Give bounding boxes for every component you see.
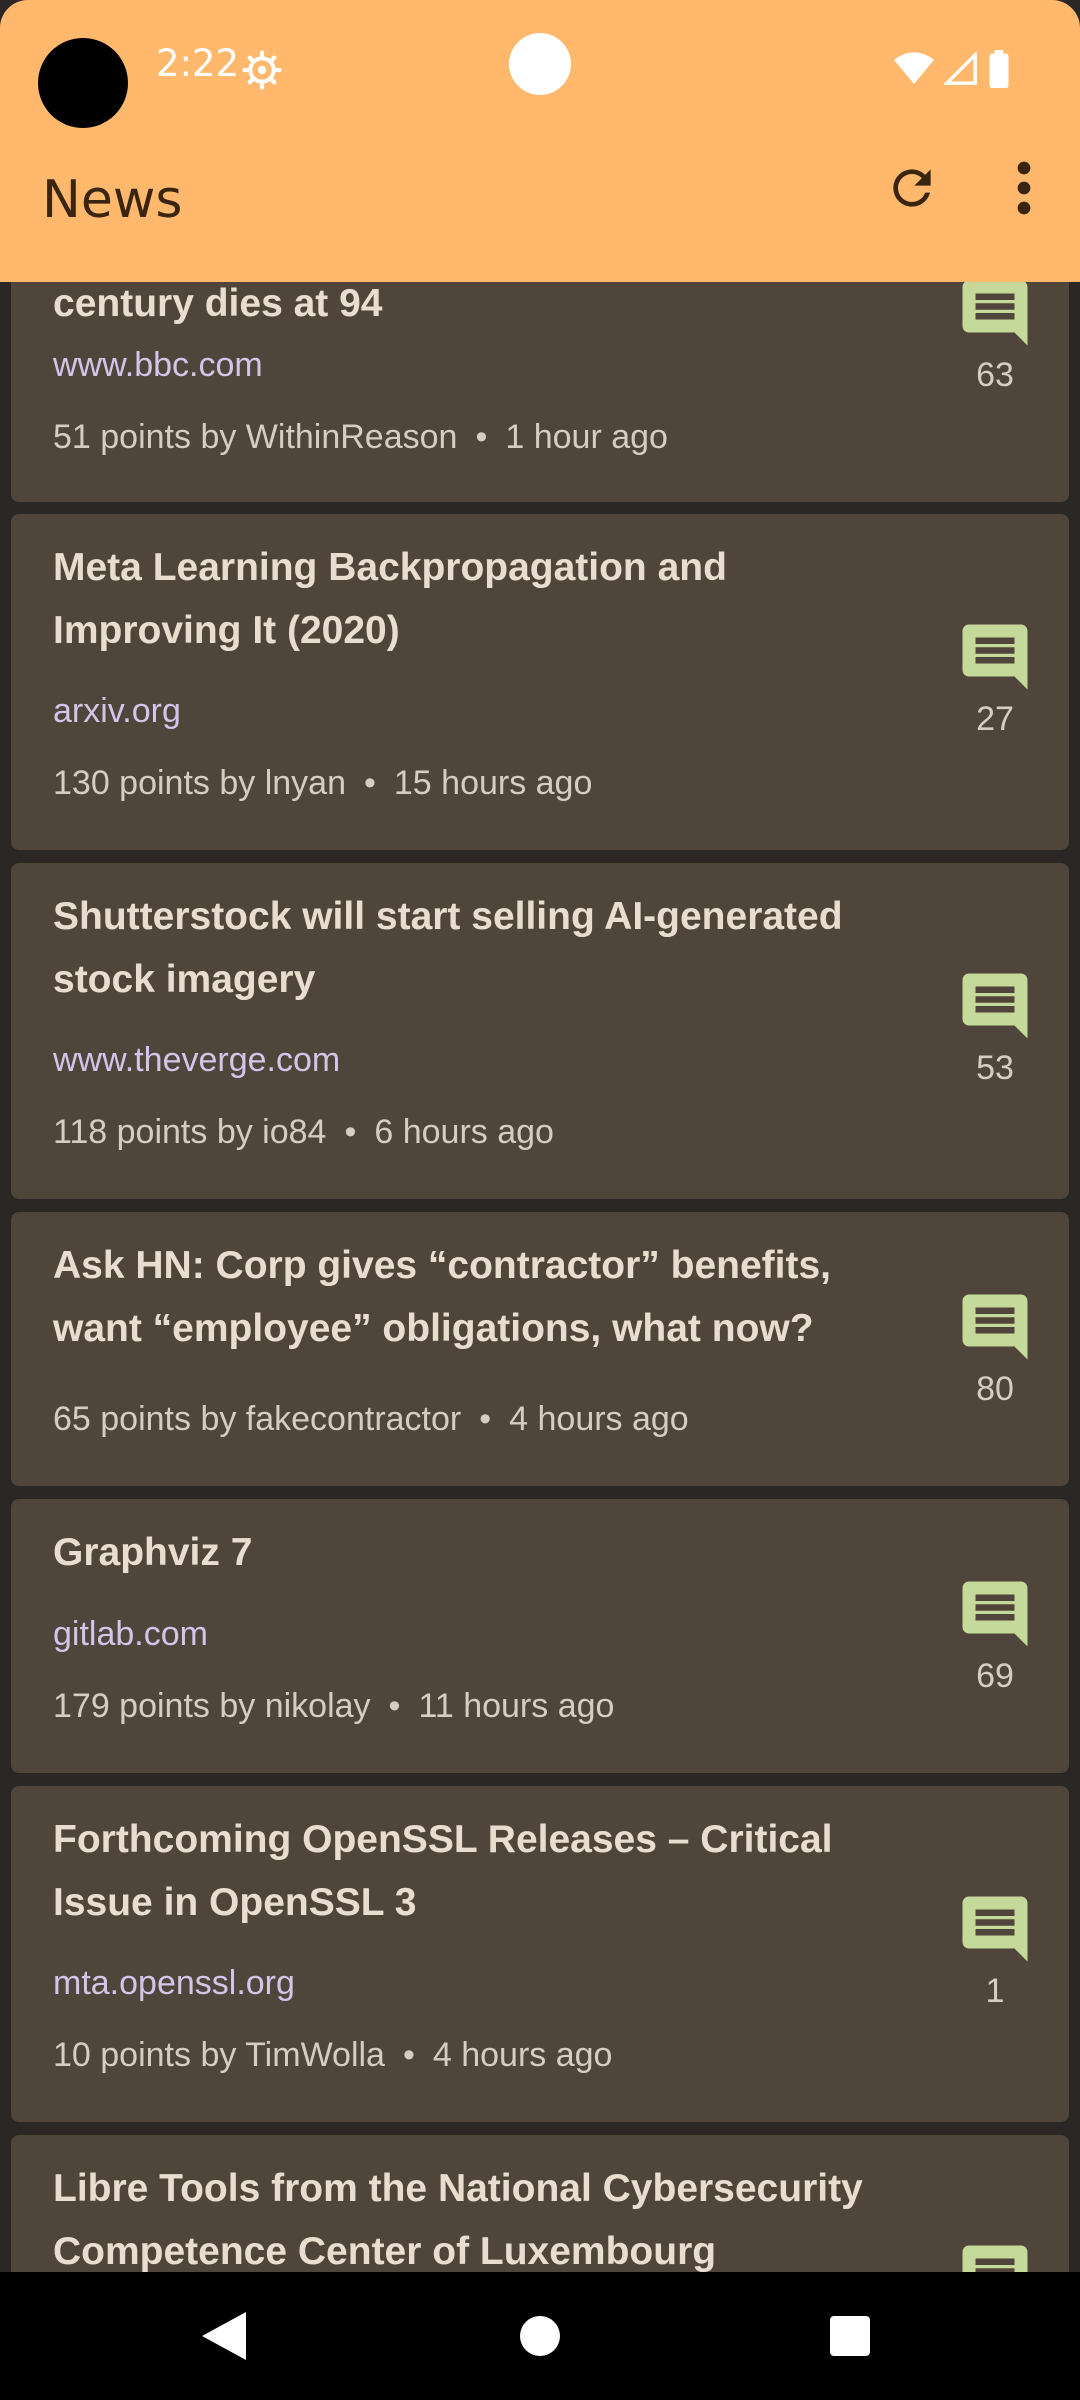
story-feed[interactable]: century dies at 94 www.bbc.com 51 points…: [0, 0, 1080, 2272]
story-title: Libre Tools from the National Cybersecur…: [53, 2167, 863, 2272]
story-points-author: 118 points by io84: [53, 1113, 327, 1151]
status-time: 2:22: [156, 42, 240, 85]
story-meta: 51 points by WithinReason • 1 hour ago: [53, 418, 668, 456]
story-meta: 130 points by lnyan • 15 hours ago: [53, 764, 593, 802]
comment-icon: [962, 1294, 1028, 1360]
story-meta: 10 points by TimWolla • 4 hours ago: [53, 2036, 613, 2074]
cellular-signal-icon: [944, 52, 977, 85]
story-title: Shutterstock will start selling AI-gener…: [53, 895, 843, 1001]
comments-button[interactable]: 63: [945, 274, 1045, 395]
story-domain: mta.openssl.org: [53, 1964, 295, 2002]
story-domain: www.theverge.com: [53, 1041, 341, 1079]
story-title: Ask HN: Corp gives “contractor” benefits…: [53, 1244, 831, 1350]
story-meta: 65 points by fakecontractor • 4 hours ago: [53, 1400, 689, 1438]
comment-icon: [962, 280, 1028, 346]
battery-icon: [989, 50, 1009, 88]
home-icon[interactable]: [520, 2316, 560, 2356]
story-points-author: 10 points by TimWolla: [53, 2036, 385, 2074]
comments-button[interactable]: 80: [945, 1288, 1045, 1409]
comment-icon: [962, 624, 1028, 690]
story-domain: www.bbc.com: [53, 346, 263, 384]
story-age: 4 hours ago: [432, 2036, 613, 2074]
story-domain: arxiv.org: [53, 692, 181, 730]
story-age: 11 hours ago: [418, 1687, 615, 1725]
story-points-author: 179 points by nikolay: [53, 1687, 371, 1725]
story-points-author: 130 points by lnyan: [53, 764, 346, 802]
comment-icon: [962, 973, 1028, 1039]
comments-button[interactable]: 27: [945, 618, 1045, 739]
comment-count: 63: [976, 356, 1014, 394]
status-icons: [894, 50, 1010, 88]
app-bar: 2:22 News: [0, 0, 1080, 282]
story-meta: 179 points by nikolay • 11 hours ago: [53, 1687, 615, 1725]
story-card[interactable]: Forthcoming OpenSSL Releases – Critical I…: [11, 1786, 1069, 2122]
recents-icon[interactable]: [830, 2316, 870, 2356]
comment-count: 53: [976, 1049, 1014, 1087]
comment-count: 80: [976, 1370, 1014, 1408]
comments-button[interactable]: 69: [945, 1575, 1045, 1696]
story-card[interactable]: Shutterstock will start selling AI-gener…: [11, 863, 1069, 1199]
camera-sensor: [509, 33, 571, 95]
story-age: 15 hours ago: [393, 764, 593, 802]
story-card[interactable]: Graphviz 7 gitlab.com 179 points by niko…: [11, 1499, 1069, 1773]
app-title: News: [42, 170, 183, 230]
story-points-author: 65 points by fakecontractor: [53, 1400, 462, 1438]
story-age: 6 hours ago: [374, 1113, 554, 1151]
story-age: 1 hour ago: [505, 418, 668, 456]
comment-count: 69: [976, 1657, 1014, 1695]
comment-icon: [962, 1581, 1028, 1647]
comments-button[interactable]: 53: [945, 967, 1045, 1088]
story-card[interactable]: Ask HN: Corp gives “contractor” benefits…: [11, 1212, 1069, 1486]
more-options-icon[interactable]: [1004, 160, 1044, 216]
story-card[interactable]: Meta Learning Backpropagation and Improvi…: [11, 514, 1069, 850]
comment-icon: [962, 1896, 1028, 1962]
story-age: 4 hours ago: [509, 1400, 689, 1438]
comment-count: 27: [976, 700, 1014, 738]
story-meta: 118 points by io84 • 6 hours ago: [53, 1113, 554, 1151]
settings-notification-icon: [242, 50, 282, 90]
front-camera-cutout: [38, 38, 128, 128]
story-card[interactable]: Libre Tools from the National Cybersecur…: [11, 2135, 1069, 2272]
comments-button[interactable]: 1: [945, 1890, 1045, 2011]
story-title: Graphviz 7: [53, 1531, 253, 1574]
story-title: Meta Learning Backpropagation and Improvi…: [53, 546, 727, 652]
story-points-author: 51 points by WithinReason: [53, 418, 458, 456]
system-navigation-bar: [0, 2272, 1080, 2400]
comment-icon: [962, 2245, 1028, 2272]
back-icon[interactable]: [202, 2312, 246, 2360]
refresh-icon[interactable]: [884, 160, 940, 216]
wifi-icon: [894, 52, 934, 84]
story-domain: gitlab.com: [53, 1615, 208, 1653]
story-title: Forthcoming OpenSSL Releases – Critical I…: [53, 1818, 833, 1924]
comments-button[interactable]: [945, 2239, 1045, 2272]
comment-count: 1: [985, 1972, 1005, 2010]
